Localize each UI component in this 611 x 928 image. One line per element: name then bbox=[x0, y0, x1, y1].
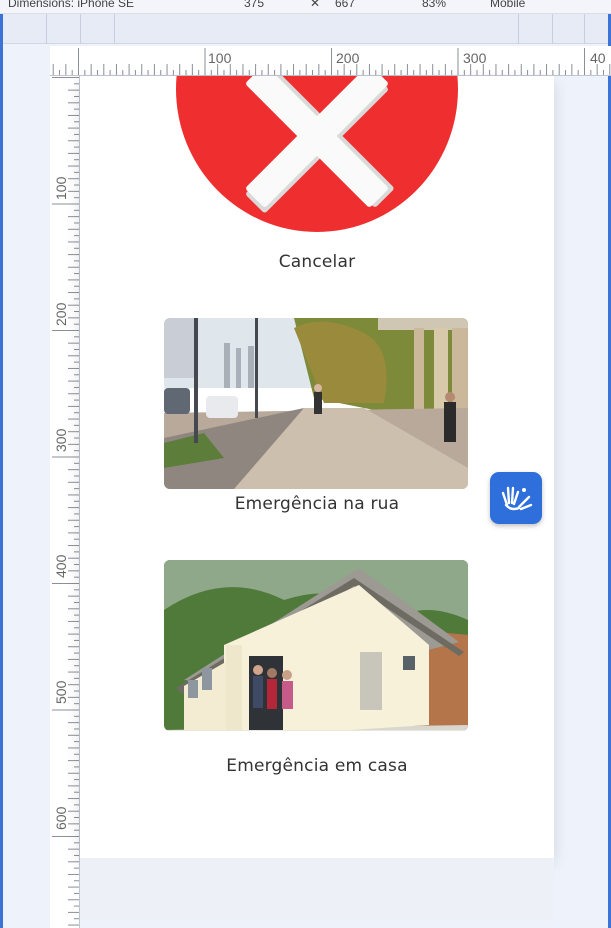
home-emergency-image[interactable] bbox=[164, 560, 468, 731]
device-viewport: Cancelar Emergência na rua Emergência em… bbox=[80, 76, 554, 858]
media-query-bar[interactable] bbox=[0, 14, 611, 44]
sign-language-button[interactable] bbox=[490, 472, 542, 524]
viewport-overflow-area bbox=[80, 858, 554, 920]
zoom-dropdown[interactable]: 83% bbox=[422, 0, 446, 10]
sign-language-hands-icon bbox=[501, 486, 533, 511]
street-emergency-image[interactable] bbox=[164, 318, 468, 489]
width-field[interactable]: 375 bbox=[244, 0, 264, 10]
device-toolbar: Dimensions: iPhone SE 375 ✕ 667 83% Mobi… bbox=[0, 0, 611, 14]
horizontal-ruler: 100 200 300 40 bbox=[50, 46, 611, 76]
street-emergency-label[interactable]: Emergência na rua bbox=[80, 494, 554, 514]
device-dimensions-label[interactable]: Dimensions: iPhone SE bbox=[8, 0, 134, 10]
throttle-dropdown[interactable]: Mobile bbox=[490, 0, 525, 10]
close-icon bbox=[246, 76, 394, 213]
vertical-ruler: 100 200 300 400 500 600 bbox=[50, 76, 80, 928]
cancel-label[interactable]: Cancelar bbox=[80, 252, 554, 272]
panel-border-left bbox=[0, 14, 3, 928]
home-emergency-label[interactable]: Emergência em casa bbox=[80, 756, 554, 776]
cancel-button[interactable] bbox=[176, 76, 458, 232]
height-field[interactable]: 667 bbox=[335, 0, 355, 10]
swap-dimensions-icon[interactable]: ✕ bbox=[310, 0, 320, 10]
